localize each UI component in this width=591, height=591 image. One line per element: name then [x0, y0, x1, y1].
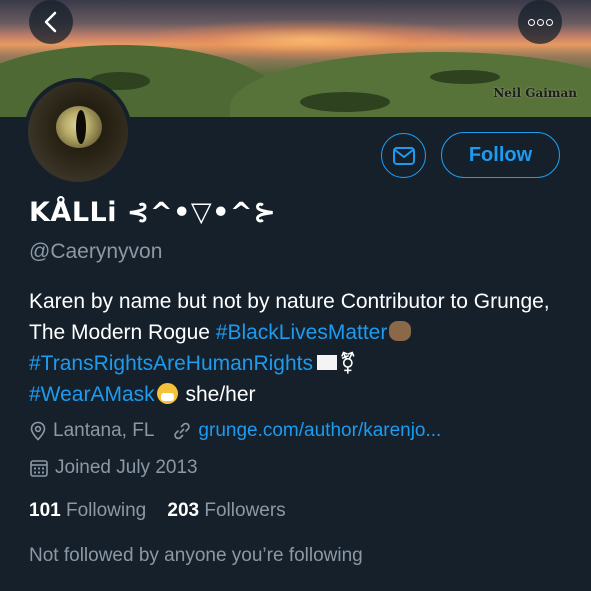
display-name: KÅLLi ⊰^•▽•^⊱	[29, 197, 277, 228]
raised-fist-emoji-icon	[389, 321, 412, 341]
back-button[interactable]	[29, 0, 73, 44]
bio-pronouns: she/her	[179, 383, 256, 406]
joined-date: Joined July 2013	[55, 457, 198, 478]
following-label: Following	[65, 500, 147, 521]
hashtag-link[interactable]: #WearAMask	[29, 383, 155, 406]
avatar-pupil	[76, 110, 86, 144]
banner-shrub	[300, 92, 390, 112]
website-link[interactable]: grunge.com/author/karenjo...	[198, 420, 441, 442]
hashtag-link[interactable]: #BlackLivesMatter	[216, 321, 388, 344]
calendar-icon	[29, 458, 49, 478]
more-options-button[interactable]	[518, 0, 562, 44]
message-button[interactable]	[381, 133, 426, 178]
following-link[interactable]: 101 Following	[29, 500, 146, 521]
transgender-symbol-icon: ⚧	[339, 352, 357, 375]
followers-label: Followers	[204, 500, 286, 521]
not-followed-notice: Not followed by anyone you’re following	[29, 545, 363, 566]
banner-hill	[230, 52, 591, 117]
banner-shrub	[430, 70, 500, 84]
more-horizontal-icon	[527, 18, 553, 26]
bio: Karen by name but not by nature Contribu…	[29, 286, 569, 410]
face-mask-emoji-icon	[156, 383, 178, 404]
followers-link[interactable]: 203 Followers	[167, 500, 285, 521]
location-text: Lantana, FL	[53, 420, 155, 441]
follow-button[interactable]: Follow	[441, 132, 560, 178]
profile-meta-row: Lantana, FL grunge.com/author/karenjo...	[29, 420, 441, 442]
location-pin-icon	[29, 421, 47, 441]
hashtag-link[interactable]: #TransRightsAreHumanRights	[29, 352, 313, 375]
joined-row: Joined July 2013	[29, 457, 198, 479]
following-count: 101	[29, 500, 61, 521]
envelope-icon	[392, 146, 415, 165]
link-icon	[172, 421, 192, 441]
white-flag-emoji-icon	[317, 355, 338, 370]
follow-counts: 101 Following 203 Followers	[29, 500, 286, 522]
user-handle: @Caerynyvon	[29, 240, 163, 263]
chevron-left-icon	[44, 11, 57, 33]
banner-watermark: Neil Gaiman	[493, 86, 577, 100]
avatar[interactable]	[24, 78, 132, 186]
followers-count: 203	[167, 500, 200, 521]
